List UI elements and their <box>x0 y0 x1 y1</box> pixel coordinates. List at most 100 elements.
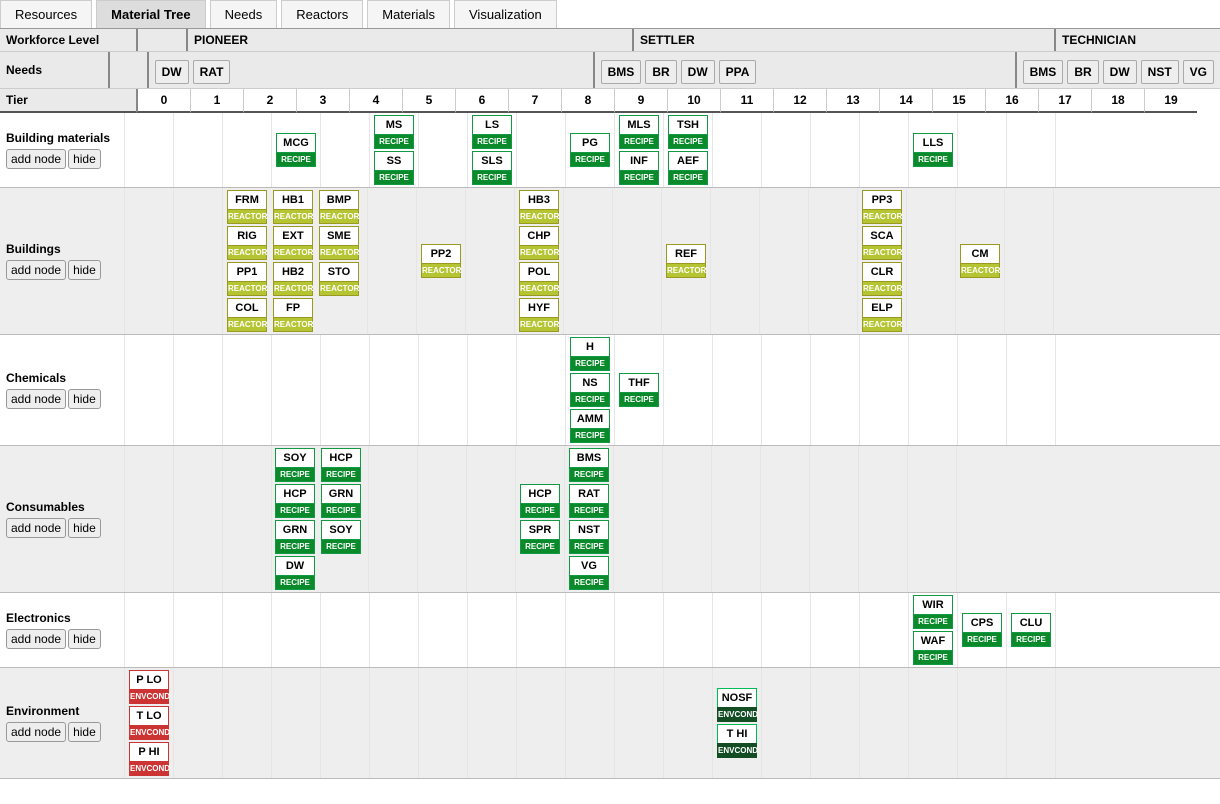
node-label: STO <box>319 262 359 281</box>
node-waf[interactable]: WAFRECIPE <box>913 631 953 665</box>
node-tag: REACTOR <box>273 209 313 224</box>
grid-cell: SOYRECIPEHCPRECIPEHCPRECIPEGRNRECIPEGRNR… <box>271 446 368 592</box>
node-ls[interactable]: LSRECIPE <box>472 115 512 149</box>
node-thf[interactable]: THFRECIPE <box>619 373 659 407</box>
node-grn[interactable]: GRNRECIPE <box>275 520 315 554</box>
add-node-button[interactable]: add node <box>6 389 66 409</box>
node-wir[interactable]: WIRRECIPE <box>913 595 953 629</box>
node-clu[interactable]: CLURECIPE <box>1011 613 1051 647</box>
node-frm[interactable]: FRMREACTOR <box>227 190 267 224</box>
tab-needs[interactable]: Needs <box>210 0 278 28</box>
node-tag: RECIPE <box>569 467 609 482</box>
node-amm[interactable]: AMMRECIPE <box>570 409 610 443</box>
node-pp1[interactable]: PP1REACTOR <box>227 262 267 296</box>
needs-header: Needs <box>0 52 108 88</box>
node-lls[interactable]: LLSRECIPE <box>913 133 953 167</box>
node-inf[interactable]: INFRECIPE <box>619 151 659 185</box>
node-sme[interactable]: SMEREACTOR <box>319 226 359 260</box>
node-label: WIR <box>913 595 953 614</box>
node-ms[interactable]: MSRECIPE <box>374 115 414 149</box>
node-ext[interactable]: EXTREACTOR <box>273 226 313 260</box>
node-soy[interactable]: SOYRECIPE <box>275 448 315 482</box>
hide-button[interactable]: hide <box>68 722 101 742</box>
node-pp3[interactable]: PP3REACTOR <box>862 190 902 224</box>
node-nosf[interactable]: NOSFENVCOND <box>717 688 757 722</box>
node-tag: RECIPE <box>520 539 560 554</box>
node-sca[interactable]: SCAREACTOR <box>862 226 902 260</box>
hide-button[interactable]: hide <box>68 149 101 169</box>
node-hb3[interactable]: HB3REACTOR <box>519 190 559 224</box>
hide-button[interactable]: hide <box>68 629 101 649</box>
node-ns[interactable]: NSRECIPE <box>570 373 610 407</box>
hide-button[interactable]: hide <box>68 389 101 409</box>
tab-visualization[interactable]: Visualization <box>454 0 557 28</box>
node-ss[interactable]: SSRECIPE <box>374 151 414 185</box>
node-chp[interactable]: CHPREACTOR <box>519 226 559 260</box>
node-bmp[interactable]: BMPREACTOR <box>319 190 359 224</box>
node-clr[interactable]: CLRREACTOR <box>862 262 902 296</box>
node-label: REF <box>666 244 706 263</box>
node-label: CHP <box>519 226 559 245</box>
tier-header-row: Tier 012345678910111213141516171819 <box>0 89 1220 113</box>
tab-materials[interactable]: Materials <box>367 0 450 28</box>
node-pol[interactable]: POLREACTOR <box>519 262 559 296</box>
node-hcp[interactable]: HCPRECIPE <box>275 484 315 518</box>
node-hyf[interactable]: HYFREACTOR <box>519 298 559 332</box>
node-ref[interactable]: REFREACTOR <box>666 244 706 278</box>
grid-cell: THFRECIPE <box>614 335 663 445</box>
node-hb1[interactable]: HB1REACTOR <box>273 190 313 224</box>
node-spr[interactable]: SPRRECIPE <box>520 520 560 554</box>
node-pg[interactable]: PGRECIPE <box>570 133 610 167</box>
node-rat[interactable]: RATRECIPE <box>569 484 609 518</box>
node-sls[interactable]: SLSRECIPE <box>472 151 512 185</box>
tab-resources[interactable]: Resources <box>0 0 92 28</box>
node-cps[interactable]: CPSRECIPE <box>962 613 1002 647</box>
node-hb2[interactable]: HB2REACTOR <box>273 262 313 296</box>
add-node-button[interactable]: add node <box>6 260 66 280</box>
node-fp[interactable]: FPREACTOR <box>273 298 313 332</box>
node-bms[interactable]: BMSRECIPE <box>569 448 609 482</box>
add-node-button[interactable]: add node <box>6 629 66 649</box>
need-chip: PPA <box>719 60 757 84</box>
grid-cell <box>1055 668 1104 778</box>
node-p-hi[interactable]: P HIENVCOND <box>129 742 169 776</box>
node-elp[interactable]: ELPREACTOR <box>862 298 902 332</box>
grid-cell: CLURECIPE <box>1006 593 1055 667</box>
node-p-lo[interactable]: P LOENVCOND <box>129 670 169 704</box>
add-node-button[interactable]: add node <box>6 722 66 742</box>
grid-cell: HRECIPENSRECIPEAMMRECIPE <box>565 335 614 445</box>
tier-header-cell: 7 <box>508 89 561 113</box>
node-label: SCA <box>862 226 902 245</box>
node-vg[interactable]: VGRECIPE <box>569 556 609 590</box>
node-label: NOSF <box>717 688 757 707</box>
node-grn[interactable]: GRNRECIPE <box>321 484 361 518</box>
node-soy[interactable]: SOYRECIPE <box>321 520 361 554</box>
grid-cell: CMREACTOR <box>955 188 1004 334</box>
node-dw[interactable]: DWRECIPE <box>275 556 315 590</box>
node-t-hi[interactable]: T HIENVCOND <box>717 724 757 758</box>
add-node-button[interactable]: add node <box>6 518 66 538</box>
node-t-lo[interactable]: T LOENVCOND <box>129 706 169 740</box>
hide-button[interactable]: hide <box>68 260 101 280</box>
needs-pioneer: DW RAT <box>155 60 587 84</box>
tab-reactors[interactable]: Reactors <box>281 0 363 28</box>
workforce-header: Workforce Level <box>0 29 136 51</box>
tab-material-tree[interactable]: Material Tree <box>96 0 206 28</box>
node-hcp[interactable]: HCPRECIPE <box>321 448 361 482</box>
node-mcg[interactable]: MCGRECIPE <box>276 133 316 167</box>
node-hcp[interactable]: HCPRECIPE <box>520 484 560 518</box>
hide-button[interactable]: hide <box>68 518 101 538</box>
add-node-button[interactable]: add node <box>6 149 66 169</box>
node-mls[interactable]: MLSRECIPE <box>619 115 659 149</box>
node-aef[interactable]: AEFRECIPE <box>668 151 708 185</box>
node-pp2[interactable]: PP2REACTOR <box>421 244 461 278</box>
node-col[interactable]: COLREACTOR <box>227 298 267 332</box>
node-tsh[interactable]: TSHRECIPE <box>668 115 708 149</box>
node-cm[interactable]: CMREACTOR <box>960 244 1000 278</box>
node-nst[interactable]: NSTRECIPE <box>569 520 609 554</box>
node-h[interactable]: HRECIPE <box>570 337 610 371</box>
node-rig[interactable]: RIGREACTOR <box>227 226 267 260</box>
node-sto[interactable]: STOREACTOR <box>319 262 359 296</box>
tier-header-cell: 2 <box>243 89 296 113</box>
grid-cell <box>173 668 222 778</box>
